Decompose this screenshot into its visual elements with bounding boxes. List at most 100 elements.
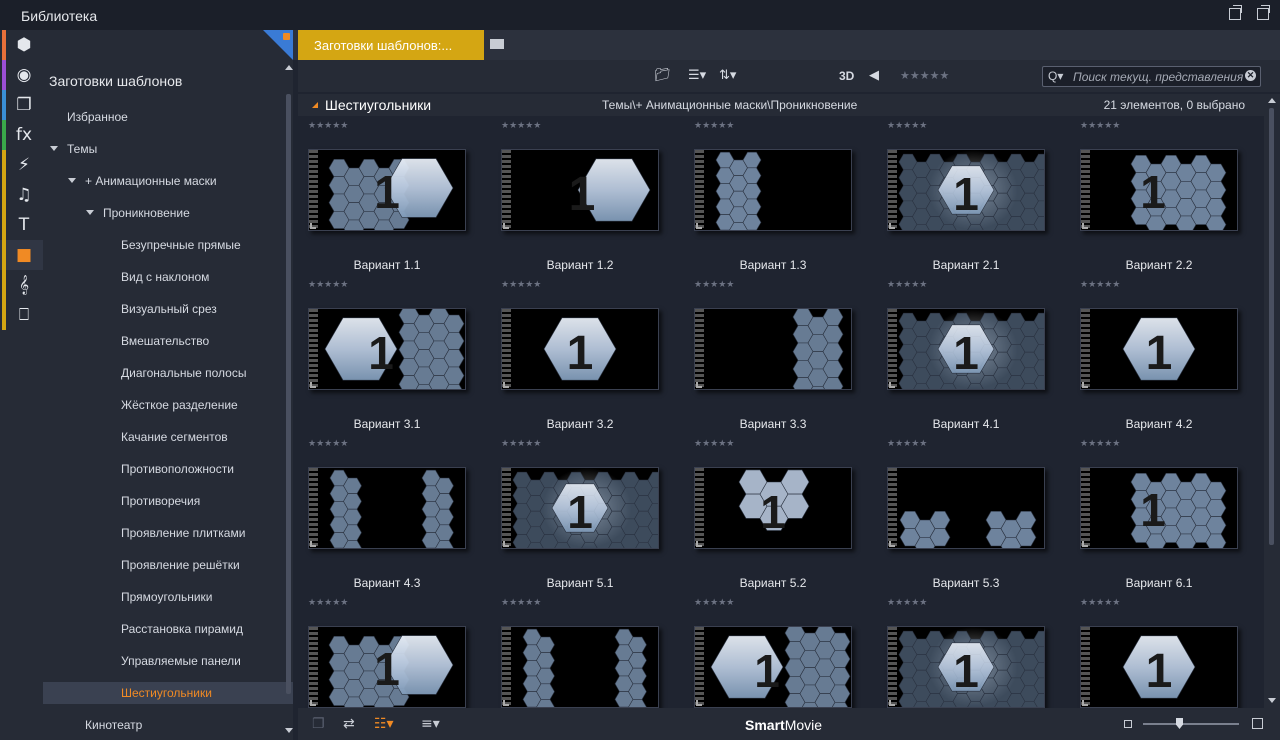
tree-item[interactable]: Управляемые панели	[121, 650, 241, 672]
tree-scrollbar[interactable]	[284, 60, 293, 740]
template-card[interactable]: ★★★★★ 1 Вариант 4.1	[877, 275, 1047, 434]
template-card[interactable]: ★★★★★ 1 Вариант 5.2	[684, 434, 854, 593]
expand-arrow-icon[interactable]	[50, 146, 58, 152]
template-thumbnail[interactable]: 1	[501, 308, 659, 390]
undock-icon[interactable]	[1229, 5, 1242, 20]
zoom-slider-knob[interactable]	[1176, 718, 1183, 729]
tree-item[interactable]: Диагональные полосы	[121, 362, 246, 384]
tree-item[interactable]: Избранное	[67, 106, 128, 128]
card-rating[interactable]: ★★★★★	[887, 121, 927, 131]
template-card[interactable]: ★★★★★ 1 Вариант 3.1	[298, 275, 468, 434]
restore-icon[interactable]	[1257, 5, 1270, 20]
tree-item[interactable]: Кинотеатр	[85, 714, 142, 736]
scroll-down-icon[interactable]	[1268, 698, 1276, 703]
tree-item[interactable]: Вмешательство	[121, 330, 209, 352]
tree-item[interactable]: Качание сегментов	[121, 426, 228, 448]
pages-category-button[interactable]: ❐	[0, 90, 43, 120]
template-thumbnail[interactable]	[887, 467, 1045, 549]
clear-search-icon[interactable]: ✕	[1245, 70, 1256, 81]
tree-item[interactable]: Противоречия	[121, 490, 200, 512]
tree-item[interactable]: + Анимационные маски	[68, 170, 217, 192]
card-rating[interactable]: ★★★★★	[1080, 121, 1120, 131]
card-rating[interactable]: ★★★★★	[694, 280, 734, 290]
reel-category-button[interactable]: ◉	[0, 60, 43, 90]
tree-item[interactable]: Вид с наклоном	[121, 266, 209, 288]
scroll-thumb[interactable]	[286, 94, 291, 694]
template-card[interactable]: ★★★★★ 1 Вариант 5.1	[491, 434, 661, 593]
copy-icon[interactable]: ❐	[312, 716, 325, 732]
zoom-slider-track[interactable]	[1143, 723, 1239, 725]
card-rating[interactable]: ★★★★★	[308, 121, 348, 131]
card-rating[interactable]: ★★★★★	[1080, 439, 1120, 449]
template-card[interactable]: ★★★★★ Вариант 1.3	[684, 116, 854, 275]
search-input[interactable]	[1073, 69, 1245, 84]
template-card[interactable]: ★★★★★ 1	[684, 593, 854, 708]
template-thumbnail[interactable]: 1	[694, 467, 852, 549]
expand-arrow-icon[interactable]	[68, 178, 76, 184]
card-rating[interactable]: ★★★★★	[501, 598, 541, 608]
piano-category-button[interactable]: ⎕	[0, 300, 43, 330]
card-rating[interactable]: ★★★★★	[501, 439, 541, 449]
card-rating[interactable]: ★★★★★	[308, 280, 348, 290]
template-thumbnail[interactable]: 1	[1080, 308, 1238, 390]
tree-item[interactable]: Проникновение	[86, 202, 190, 224]
template-card[interactable]: ★★★★★ 1 Вариант 1.2	[491, 116, 661, 275]
folder-icon[interactable]: 📁︎	[654, 68, 671, 84]
card-rating[interactable]: ★★★★★	[694, 598, 734, 608]
tab-templates[interactable]: Заготовки шаблонов:...	[298, 30, 484, 60]
list-view-icon[interactable]: ☰▾	[688, 68, 706, 84]
template-card[interactable]: ★★★★★ 1 Вариант 1.1	[298, 116, 468, 275]
fx-category-button[interactable]: fx	[0, 120, 43, 150]
scroll-up-icon[interactable]	[285, 65, 293, 70]
template-thumbnail[interactable]	[501, 626, 659, 708]
card-rating[interactable]: ★★★★★	[887, 598, 927, 608]
refresh-icon[interactable]: ⇄	[343, 716, 355, 732]
small-thumbs-icon[interactable]	[1124, 720, 1132, 728]
card-rating[interactable]: ★★★★★	[1080, 598, 1120, 608]
template-card[interactable]: ★★★★★ 1 Вариант 2.1	[877, 116, 1047, 275]
tree-item[interactable]: Безупречные прямые	[121, 234, 241, 256]
tree-item[interactable]: Визуальный срез	[121, 298, 217, 320]
tree-item[interactable]: Противоположности	[121, 458, 234, 480]
card-rating[interactable]: ★★★★★	[308, 439, 348, 449]
card-rating[interactable]: ★★★★★	[694, 439, 734, 449]
template-card[interactable]: ★★★★★ Вариант 3.3	[684, 275, 854, 434]
scroll-thumb[interactable]	[1269, 108, 1274, 545]
template-card[interactable]: ★★★★★ 1 Вариант 2.2	[1070, 116, 1240, 275]
card-rating[interactable]: ★★★★★	[501, 121, 541, 131]
template-thumbnail[interactable]: 1	[308, 626, 466, 708]
template-card[interactable]: ★★★★★ Вариант 5.3	[877, 434, 1047, 593]
large-thumbs-icon[interactable]	[1252, 718, 1263, 729]
template-card[interactable]: ★★★★★ 1	[877, 593, 1047, 708]
template-thumbnail[interactable]: 1	[308, 149, 466, 231]
grid-scrollbar[interactable]	[1264, 94, 1280, 708]
3d-filter-button[interactable]: 3D	[839, 68, 854, 84]
template-thumbnail[interactable]: 1	[887, 626, 1045, 708]
template-card[interactable]: ★★★★★ 1 Вариант 3.2	[491, 275, 661, 434]
template-thumbnail[interactable]	[694, 149, 852, 231]
template-thumbnail[interactable]: 1	[887, 149, 1045, 231]
smartmovie-button[interactable]: SmartMovie	[745, 717, 822, 733]
template-thumbnail[interactable]	[694, 308, 852, 390]
tree-item[interactable]: Темы	[50, 138, 97, 160]
new-tab-icon[interactable]	[490, 39, 504, 49]
template-card[interactable]: ★★★★★ Вариант 4.3	[298, 434, 468, 593]
menu-icon[interactable]: ≡▾	[421, 716, 440, 732]
template-thumbnail[interactable]	[308, 467, 466, 549]
tree-item[interactable]: Шестиугольники	[43, 682, 293, 704]
scroll-down-icon[interactable]	[285, 728, 293, 733]
expand-arrow-icon[interactable]	[86, 210, 94, 216]
template-thumbnail[interactable]: 1	[1080, 149, 1238, 231]
music-category-button[interactable]: ♫	[0, 180, 43, 210]
card-rating[interactable]: ★★★★★	[501, 280, 541, 290]
template-thumbnail[interactable]: 1	[501, 467, 659, 549]
pin-corner-icon[interactable]	[263, 30, 293, 60]
tree-item[interactable]: Расстановка пирамид	[121, 618, 243, 640]
sort-icon[interactable]: ⇅▾	[719, 68, 736, 84]
template-card[interactable]: ★★★★★ 1 Вариант 6.1	[1070, 434, 1240, 593]
grid-view-icon[interactable]: ☷▾	[374, 716, 394, 732]
template-thumbnail[interactable]: 1	[694, 626, 852, 708]
template-card[interactable]: ★★★★★	[491, 593, 661, 708]
template-thumbnail[interactable]: 1	[1080, 626, 1238, 708]
card-rating[interactable]: ★★★★★	[887, 439, 927, 449]
